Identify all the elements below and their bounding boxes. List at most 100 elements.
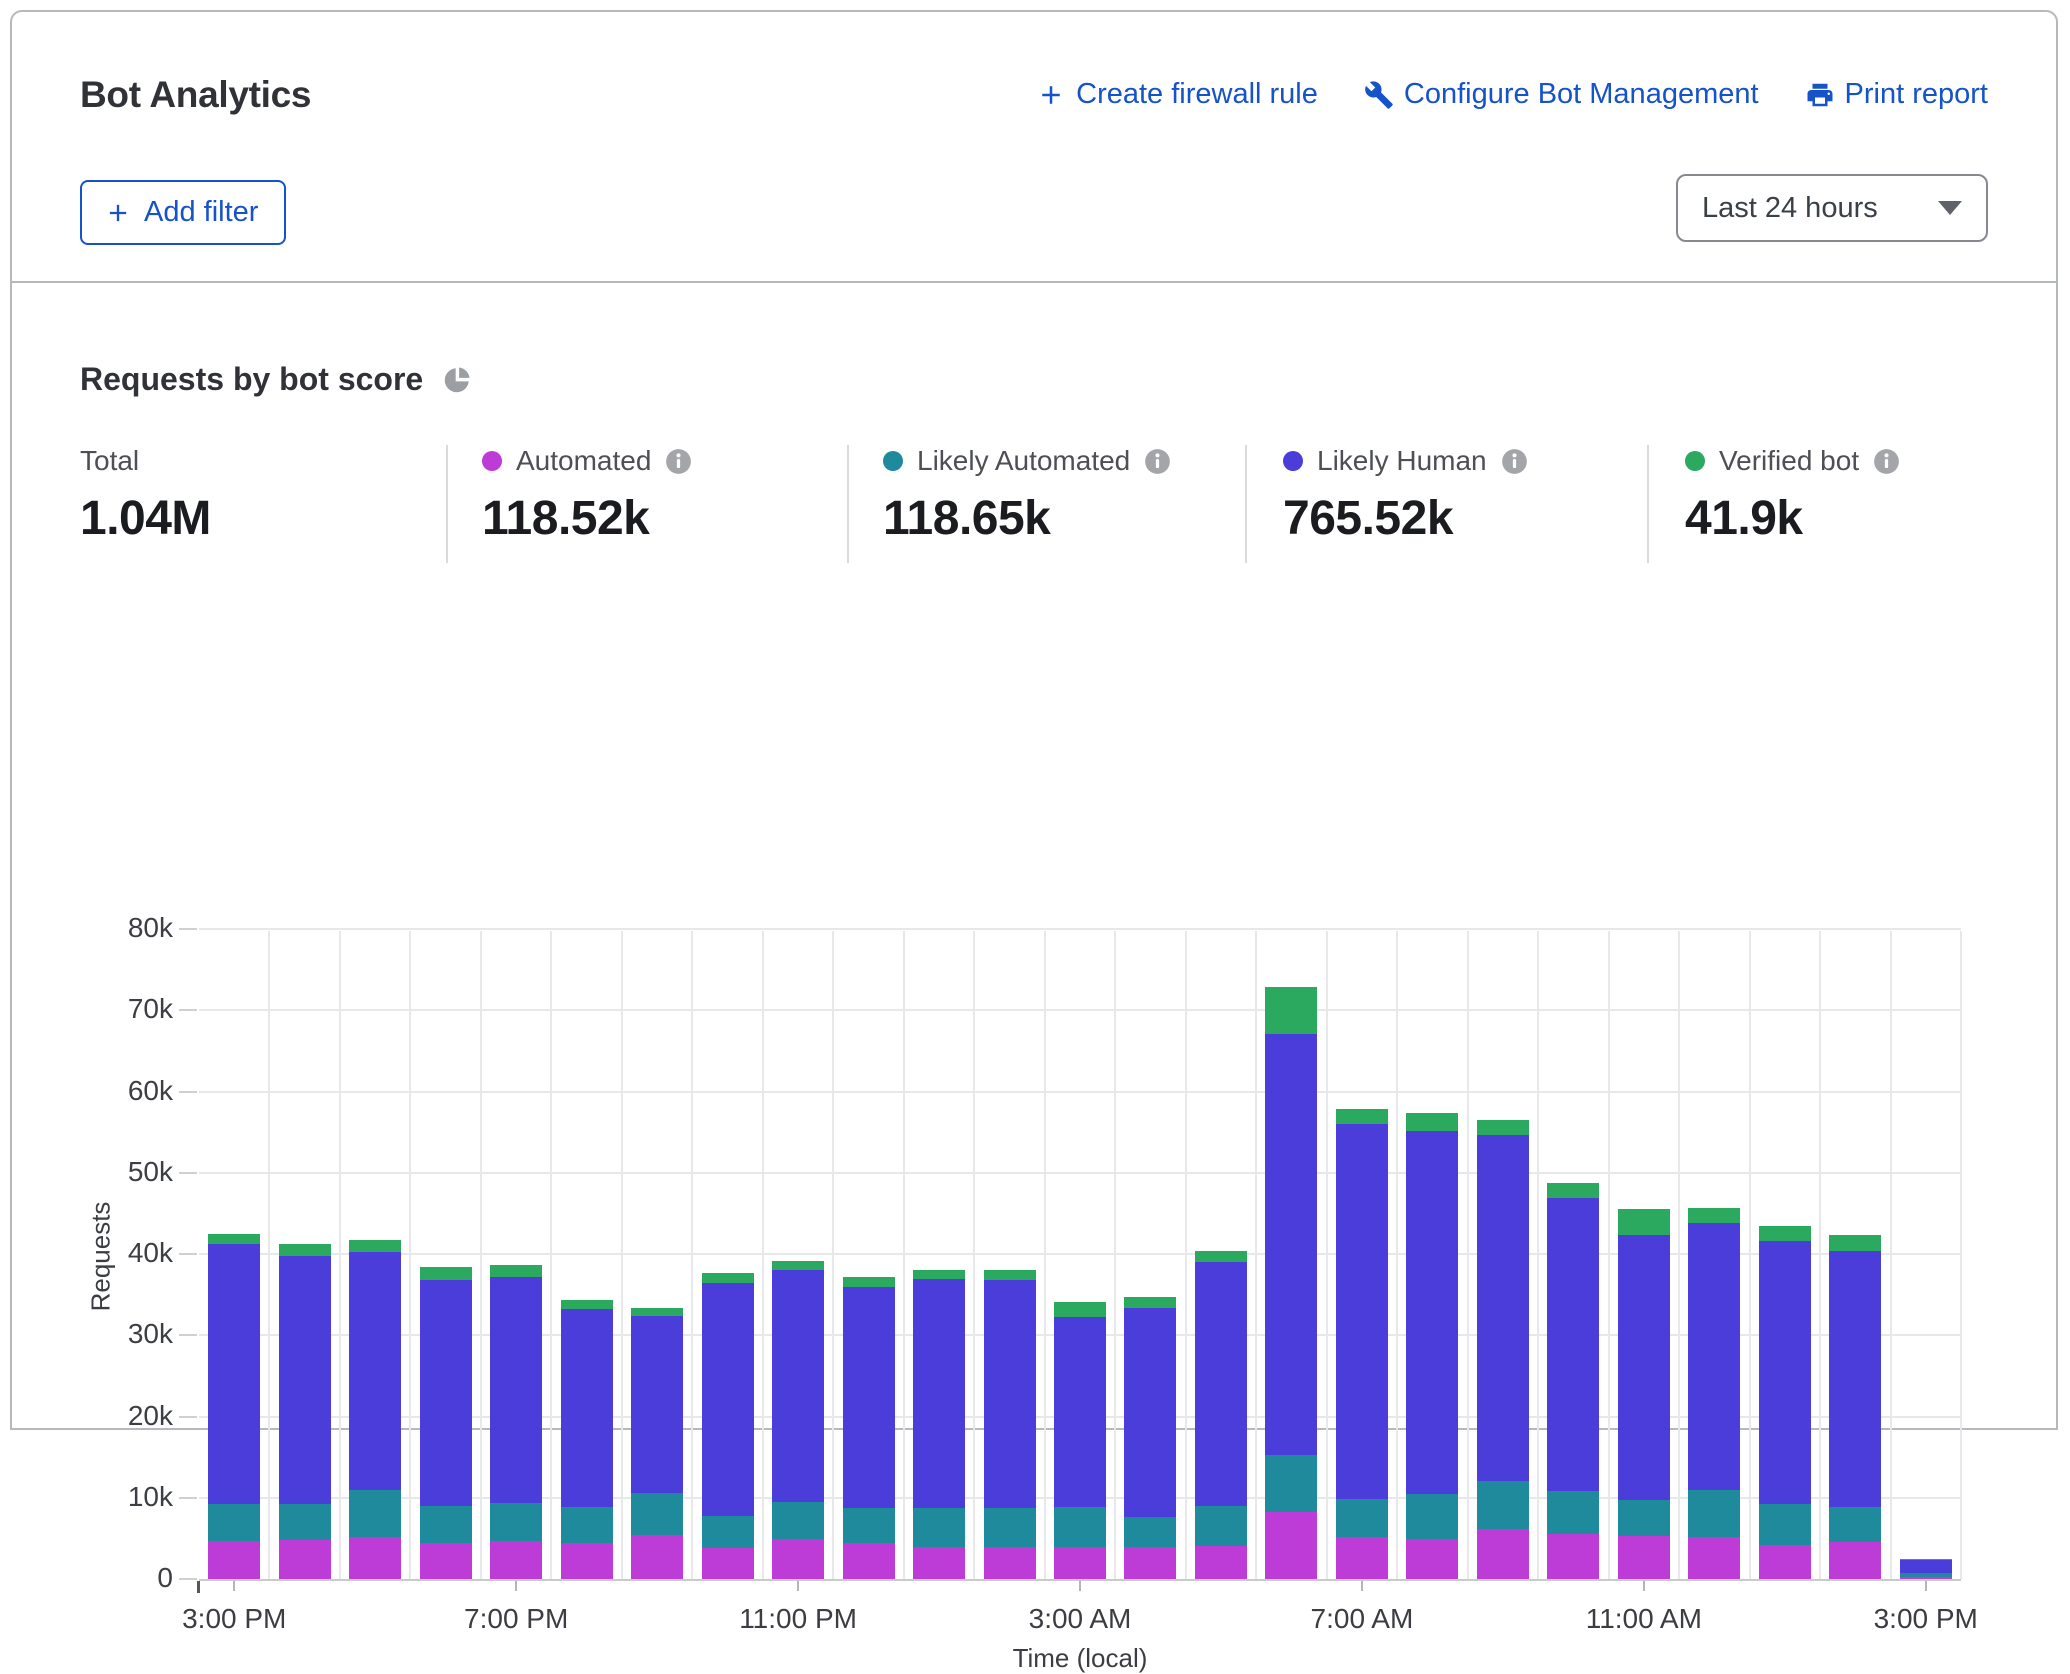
bar-2-00-pm bbox=[1829, 1235, 1881, 1579]
info-icon[interactable] bbox=[1501, 448, 1528, 475]
bar-segment-verified-bot bbox=[631, 1308, 683, 1316]
bar-11-00-pm bbox=[772, 1261, 824, 1579]
bar-4-00-am bbox=[1124, 1297, 1176, 1579]
bar-segment-likely-human bbox=[1054, 1317, 1106, 1506]
v-gridline bbox=[1326, 931, 1328, 1579]
bar-3-00-am bbox=[1054, 1302, 1106, 1579]
bar-segment-verified-bot bbox=[1618, 1209, 1670, 1234]
stat-verified-bot: Verified bot41.9k bbox=[1647, 445, 1900, 563]
info-icon[interactable] bbox=[1873, 448, 1900, 475]
y-tick-mark bbox=[179, 1091, 197, 1093]
bar-segment-automated bbox=[1336, 1537, 1388, 1579]
stat-label: Automated bbox=[516, 445, 651, 477]
x-tick-label: 11:00 PM bbox=[698, 1603, 898, 1635]
bar-segment-verified-bot bbox=[1759, 1226, 1811, 1241]
bar-segment-automated bbox=[1477, 1529, 1529, 1579]
v-gridline bbox=[1185, 931, 1187, 1579]
bar-segment-automated bbox=[984, 1547, 1036, 1580]
bar-segment-likely-automated bbox=[1829, 1507, 1881, 1543]
y-tick-mark bbox=[179, 1334, 197, 1336]
bar-12-00-pm bbox=[1688, 1208, 1740, 1579]
bar-segment-likely-automated bbox=[1759, 1504, 1811, 1545]
print-report-label: Print report bbox=[1845, 78, 1988, 111]
bar-9-00-am bbox=[1477, 1120, 1529, 1579]
h-gridline bbox=[199, 1009, 1961, 1011]
bar-segment-verified-bot bbox=[1124, 1297, 1176, 1308]
y-tick-mark bbox=[179, 928, 197, 930]
bar-7-00-am bbox=[1336, 1109, 1388, 1579]
v-gridline bbox=[1396, 931, 1398, 1579]
bar-3-00-pm bbox=[1900, 1559, 1952, 1579]
bar-4-00-pm bbox=[279, 1244, 331, 1579]
x-tick-label: 3:00 PM bbox=[1826, 1603, 2026, 1635]
bar-segment-automated bbox=[1054, 1547, 1106, 1580]
bar-segment-verified-bot bbox=[1477, 1120, 1529, 1135]
wrench-icon bbox=[1364, 80, 1394, 110]
v-gridline bbox=[550, 931, 552, 1579]
x-tick-label: 3:00 AM bbox=[980, 1603, 1180, 1635]
bar-segment-likely-human bbox=[1406, 1131, 1458, 1494]
v-gridline bbox=[409, 931, 411, 1579]
bar-segment-likely-automated bbox=[913, 1508, 965, 1548]
bar-segment-verified-bot bbox=[913, 1270, 965, 1279]
v-gridline bbox=[832, 931, 834, 1579]
v-gridline bbox=[903, 931, 905, 1579]
bar-segment-verified-bot bbox=[208, 1234, 260, 1245]
bar-8-00-am bbox=[1406, 1113, 1458, 1579]
legend-dot bbox=[1283, 451, 1303, 471]
h-gridline bbox=[199, 928, 1961, 930]
bar-12-00-am bbox=[843, 1277, 895, 1579]
x-tick-mark bbox=[1643, 1581, 1645, 1591]
bar-segment-likely-human bbox=[349, 1252, 401, 1489]
x-tick-label: 7:00 PM bbox=[416, 1603, 616, 1635]
info-icon[interactable] bbox=[1144, 448, 1171, 475]
configure-bot-management-label: Configure Bot Management bbox=[1404, 78, 1759, 111]
y-tick-label: 30k bbox=[53, 1318, 173, 1350]
bar-segment-likely-human bbox=[1124, 1308, 1176, 1518]
bar-segment-automated bbox=[349, 1537, 401, 1579]
bar-segment-likely-automated bbox=[561, 1507, 613, 1544]
bar-segment-verified-bot bbox=[420, 1267, 472, 1280]
bar-segment-automated bbox=[490, 1541, 542, 1579]
bar-segment-likely-automated bbox=[984, 1508, 1036, 1546]
bar-8-00-pm bbox=[561, 1300, 613, 1579]
bar-segment-automated bbox=[1900, 1577, 1952, 1579]
bar-segment-likely-automated bbox=[1124, 1517, 1176, 1547]
bar-segment-verified-bot bbox=[1688, 1208, 1740, 1223]
x-tick-mark bbox=[797, 1581, 799, 1591]
bar-6-00-pm bbox=[420, 1267, 472, 1579]
analytics-card: Bot Analytics Create firewall rule Confi… bbox=[10, 10, 2058, 1430]
time-range-select[interactable]: Last 24 hours bbox=[1676, 174, 1988, 242]
v-gridline bbox=[1608, 931, 1610, 1579]
bar-segment-likely-automated bbox=[772, 1502, 824, 1539]
bar-segment-verified-bot bbox=[1547, 1183, 1599, 1198]
bar-segment-automated bbox=[772, 1539, 824, 1579]
bar-segment-automated bbox=[1124, 1547, 1176, 1579]
bar-segment-automated bbox=[1688, 1537, 1740, 1579]
bar-segment-likely-human bbox=[843, 1287, 895, 1508]
plus-icon bbox=[1036, 80, 1066, 110]
stats-row: Total1.04MAutomated118.52kLikely Automat… bbox=[12, 445, 2056, 563]
bar-segment-automated bbox=[913, 1547, 965, 1579]
bar-segment-likely-automated bbox=[1265, 1455, 1317, 1512]
bar-segment-likely-automated bbox=[1618, 1500, 1670, 1536]
stat-total: Total1.04M bbox=[80, 445, 211, 563]
bar-segment-likely-human bbox=[208, 1244, 260, 1504]
add-filter-button[interactable]: Add filter bbox=[80, 180, 286, 245]
bar-segment-likely-automated bbox=[843, 1508, 895, 1543]
stat-label: Likely Automated bbox=[917, 445, 1130, 477]
print-report-link[interactable]: Print report bbox=[1805, 78, 1988, 111]
bar-segment-likely-automated bbox=[631, 1493, 683, 1535]
bar-segment-likely-human bbox=[631, 1316, 683, 1493]
configure-bot-management-link[interactable]: Configure Bot Management bbox=[1364, 78, 1759, 111]
x-tick-label: 3:00 PM bbox=[134, 1603, 334, 1635]
bar-segment-verified-bot bbox=[984, 1270, 1036, 1280]
bar-segment-likely-automated bbox=[1688, 1490, 1740, 1537]
bar-segment-verified-bot bbox=[1336, 1109, 1388, 1124]
create-firewall-rule-link[interactable]: Create firewall rule bbox=[1036, 78, 1318, 111]
v-gridline bbox=[1537, 931, 1539, 1579]
y-tick-mark bbox=[179, 1497, 197, 1499]
stat-label: Likely Human bbox=[1317, 445, 1487, 477]
info-icon[interactable] bbox=[665, 448, 692, 475]
h-gridline bbox=[199, 1172, 1961, 1174]
